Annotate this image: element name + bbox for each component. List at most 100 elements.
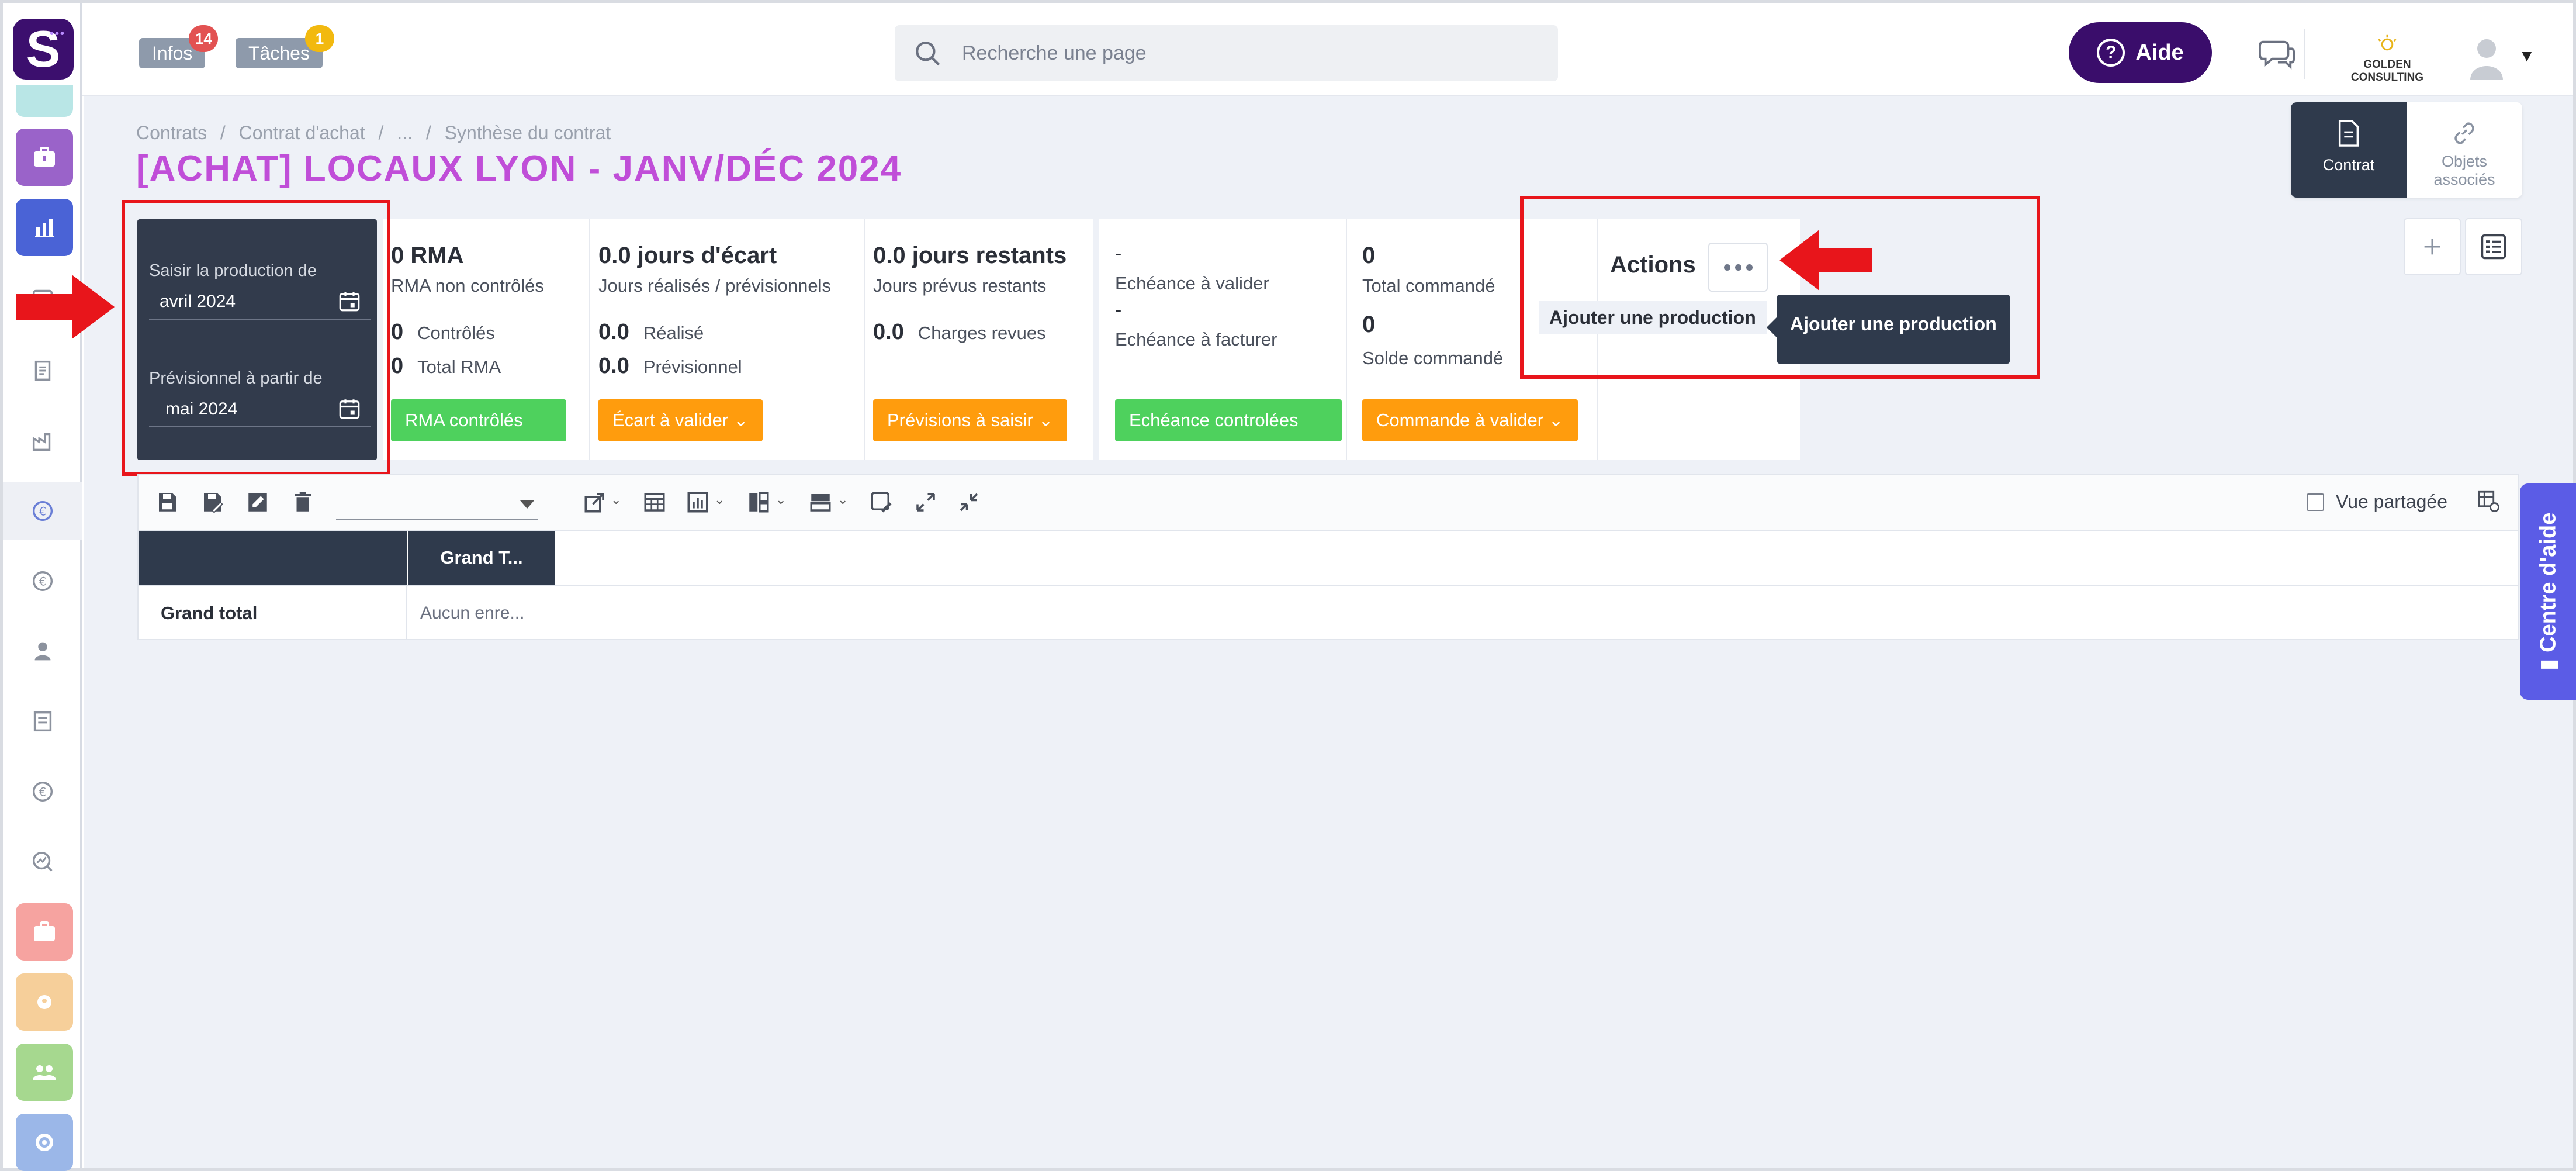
link-icon <box>2454 122 2474 144</box>
svg-text:€: € <box>39 786 46 799</box>
search-icon <box>916 42 940 66</box>
sidebar-item-team[interactable] <box>16 1044 73 1101</box>
kpi-ecart-subtitle: Jours réalisés / prévisionnels <box>598 275 832 296</box>
shared-view-toggle[interactable]: Vue partagée <box>2307 491 2447 513</box>
table-header-corner <box>139 531 407 585</box>
kpi-card-production: 0 RMA RMA non contrôlés 0 Contrôlés 0 Tota… <box>383 219 1093 460</box>
tasks-button[interactable]: Tâches 1 <box>236 25 334 68</box>
sidebar-item-contracts[interactable]: € <box>3 482 82 540</box>
save-icon[interactable] <box>155 490 179 514</box>
sidebar-item-analytics[interactable] <box>3 833 82 890</box>
company-logo: GOLDEN CONSULTING <box>2326 33 2449 84</box>
sidebar-item-users[interactable] <box>3 623 82 680</box>
sidebar-item-finance[interactable]: € <box>3 552 82 610</box>
sidebar-item-factory[interactable] <box>3 412 82 469</box>
chat-icon[interactable] <box>2259 37 2295 70</box>
expand-icon[interactable] <box>913 490 938 514</box>
commande-total-value: 0 <box>1362 243 1376 268</box>
documents-icon <box>34 360 50 381</box>
svg-text:€: € <box>39 505 46 519</box>
tab-objets-label-line2: associés <box>2433 171 2495 188</box>
help-button[interactable]: ? Aide <box>2069 22 2212 83</box>
chevron-down-icon: ⌄ <box>1038 410 1054 430</box>
help-center-tab[interactable]: ▮ Centre d'aide <box>2520 483 2576 700</box>
chevron-down-icon: ⌄ <box>733 410 749 430</box>
commande-total-label: Total commandé <box>1362 275 1495 296</box>
echeance-controlees-button[interactable]: Echéance controlées <box>1115 399 1342 441</box>
grid-toolbar: ⌄ ⌄ ⌄ ⌄ Vue partagée <box>139 475 2518 531</box>
columns-icon[interactable] <box>746 490 771 514</box>
breadcrumb-contrats[interactable]: Contrats <box>136 122 207 143</box>
chevron-down-icon[interactable]: ▼ <box>2519 47 2535 65</box>
echeance-facturer-label: Echéance à facturer <box>1115 329 1277 350</box>
sidebar-item-settings[interactable] <box>16 1114 73 1171</box>
grid-settings-icon[interactable] <box>2476 489 2501 513</box>
chevron-down-icon[interactable]: ⌄ <box>775 492 786 507</box>
chevron-down-icon[interactable]: ⌄ <box>611 492 621 507</box>
layout-select[interactable] <box>336 491 538 520</box>
annotation-arrow-right <box>16 275 115 339</box>
sidebar-item-search-people[interactable] <box>16 973 73 1031</box>
page-title: [ACHAT] LOCAUX LYON - JANV/DÉC 2024 <box>136 148 902 189</box>
commande-solde-value: 0 <box>1362 312 1376 337</box>
user-icon <box>34 642 50 661</box>
trash-icon[interactable] <box>290 490 315 514</box>
breadcrumb-separator: / <box>425 122 431 143</box>
breadcrumb-contrat-achat[interactable]: Contrat d'achat <box>239 122 365 143</box>
previsions-a-saisir-button[interactable]: Prévisions à saisir ⌄ <box>873 399 1068 441</box>
tab-contrat-label: Contrat <box>2322 156 2375 174</box>
factory-icon <box>32 433 50 451</box>
work-briefcase-icon <box>34 921 55 941</box>
export-icon[interactable] <box>583 490 607 514</box>
briefcase-icon <box>34 147 55 167</box>
list-view-button[interactable] <box>2465 218 2522 275</box>
commande-a-valider-button[interactable]: Commande à valider ⌄ <box>1362 399 1578 441</box>
echeance-valider-label: Echéance à valider <box>1115 273 1269 293</box>
kpi-ecart-title: 0.0 jours d'écart <box>598 243 777 268</box>
collapse-icon[interactable] <box>957 490 981 514</box>
gear-icon <box>36 1134 53 1151</box>
shared-view-checkbox[interactable] <box>2307 493 2325 511</box>
kpi-restants-subtitle: Jours prévus restants <box>873 275 1047 296</box>
kpi-echeance: - Echéance à valider - Echéance à factur… <box>1099 219 1347 460</box>
analytics-icon <box>32 851 53 872</box>
sidebar-item-stats[interactable] <box>16 199 73 256</box>
search-bar[interactable]: Recherche une page <box>895 25 1558 81</box>
pivot-grid: ⌄ ⌄ ⌄ ⌄ Vue partagée Grand T... Grand to… <box>137 474 2519 640</box>
chevron-down-icon[interactable]: ⌄ <box>837 492 848 507</box>
breadcrumb-separator: / <box>220 122 226 143</box>
edit-icon[interactable] <box>245 490 270 514</box>
tab-objets-label-line1: Objets <box>2441 153 2488 170</box>
kpi-ecart-previsionnel: 0.0 Prévisionnel <box>598 354 742 378</box>
save-as-icon[interactable] <box>200 490 224 514</box>
echeance-valider-value: - <box>1115 243 1122 265</box>
kpi-rma-controles: 0 Contrôlés <box>391 320 495 344</box>
kpi-ecart-realise: 0.0 Réalisé <box>598 320 704 344</box>
euro-icon: € <box>32 571 53 592</box>
tab-contrat[interactable]: Contrat <box>2291 102 2407 198</box>
chevron-down-icon[interactable]: ⌄ <box>714 492 725 507</box>
sidebar-item-documents[interactable] <box>3 342 82 399</box>
sidebar-item-payments[interactable]: € <box>3 763 82 820</box>
ecart-a-valider-button[interactable]: Écart à valider ⌄ <box>598 399 763 441</box>
sidebar-item-partial[interactable] <box>16 85 73 117</box>
add-button[interactable] <box>2404 218 2461 275</box>
sidebar-item-briefcase[interactable] <box>16 129 73 186</box>
chart-icon[interactable] <box>685 490 710 514</box>
rma-controles-button[interactable]: RMA contrôlés <box>391 399 566 441</box>
infos-button[interactable]: Infos 14 <box>139 25 219 68</box>
tasks-label: Tâches <box>248 43 310 64</box>
app-logo[interactable]: S ••• <box>13 19 74 80</box>
sidebar-item-work[interactable] <box>16 903 73 961</box>
rows-icon[interactable] <box>808 490 833 514</box>
table-header-grand-total[interactable]: Grand T... <box>408 531 555 585</box>
table-icon[interactable] <box>642 490 667 514</box>
tab-objets-associes[interactable]: Objets associés <box>2407 102 2522 198</box>
avatar[interactable] <box>2463 33 2510 80</box>
kpi-ecart: 0.0 jours d'écart Jours réalisés / prévi… <box>590 219 865 460</box>
sidebar-item-reports[interactable] <box>3 693 82 750</box>
view-switch: Contrat Objets associés <box>2291 102 2522 198</box>
header-divider <box>2304 29 2305 79</box>
format-icon[interactable] <box>869 490 894 514</box>
breadcrumb-ellipsis[interactable]: ... <box>397 122 413 143</box>
